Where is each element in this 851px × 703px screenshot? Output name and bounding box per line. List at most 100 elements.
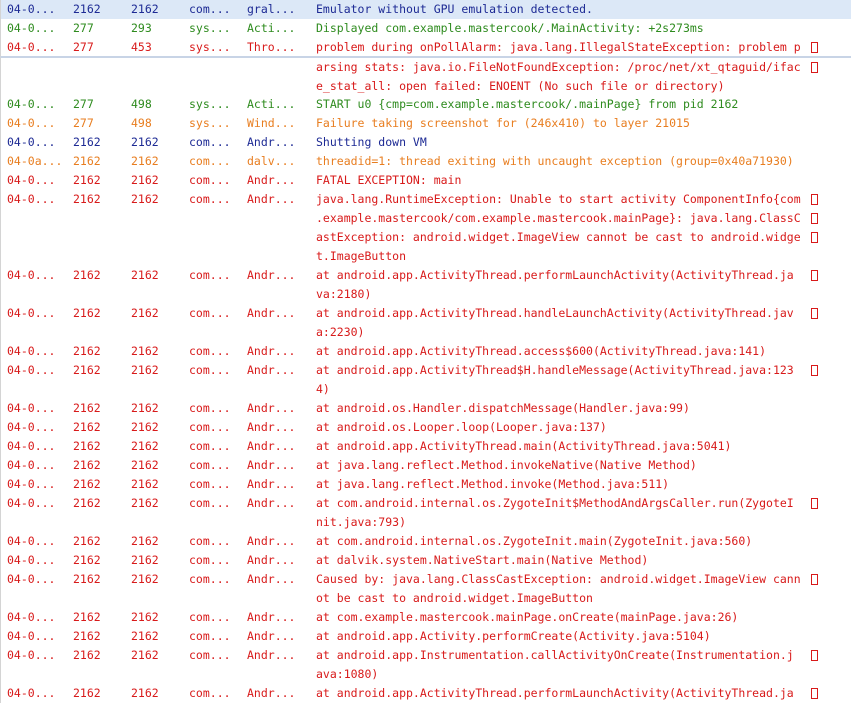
log-row[interactable]: 04-0... 2162 2162 com... Andr... Shutting dow… [0,133,851,152]
log-tid: 2162 [131,572,159,586]
log-message-line: java.lang.RuntimeException: Unable to st… [316,192,801,206]
line-wrap-marker-icon [811,650,818,661]
logcat-table[interactable]: 04-0... 2162 2162 com... gral... Emulator wit… [0,0,851,703]
log-tid: 2162 [131,344,159,358]
log-tid: 498 [131,116,152,130]
log-tag: Andr... [247,629,296,643]
log-message-line: at android.os.Looper.loop(Looper.java:13… [316,420,607,434]
log-message-line: ot be cast to android.widget.ImageButton [316,591,593,605]
log-row[interactable]: 04-0... 2162 2162 com... Andr... at android.a… [0,646,851,684]
log-row[interactable]: 04-0... 2162 2162 com... Andr... at android.a… [0,342,851,361]
log-row[interactable]: 04-0... 2162 2162 com... Andr... at android.a… [0,304,851,342]
log-row[interactable]: 04-0... 2162 2162 com... Andr... at com.examp… [0,608,851,627]
log-application: com... [189,363,231,377]
log-row[interactable]: 04-0... 2162 2162 com... Andr... java.lang.Ru… [0,190,851,266]
log-row[interactable]: 04-0... 2162 2162 com... Andr... FATAL EXCEPT… [0,171,851,190]
log-application: com... [189,686,231,700]
log-row[interactable]: 04-0... 2162 2162 com... Andr... at android.o… [0,399,851,418]
log-message-line: at com.android.internal.os.ZygoteInit$Me… [316,496,794,510]
log-message-line: Caused by: java.lang.ClassCastException:… [316,572,801,586]
log-tid: 2162 [131,458,159,472]
log-pid: 277 [73,116,94,130]
log-tag: Andr... [247,363,296,377]
log-pid: 2162 [73,686,101,700]
log-row[interactable]: 04-0... 2162 2162 com... Andr... at dalvik.sy… [0,551,851,570]
log-row[interactable]: 04-0... 2162 2162 com... gral... Emulator wit… [0,0,851,19]
log-message-line: Shutting down VM [316,135,427,149]
log-tag: Andr... [247,458,296,472]
line-wrap-marker-icon [811,688,818,699]
log-tid: 2162 [131,553,159,567]
log-message-line: problem during onPollAlarm: java.lang.Il… [316,40,801,54]
log-tag: gral... [247,2,296,16]
log-pid: 2162 [73,534,101,548]
log-application: com... [189,496,231,510]
log-tag: Wind... [247,116,296,130]
log-message-line: at com.example.mastercook.mainPage.onCre… [316,610,739,624]
log-tid: 293 [131,21,152,35]
log-pid: 2162 [73,648,101,662]
log-application: com... [189,458,231,472]
log-row[interactable]: 04-0... 2162 2162 com... Andr... at android.a… [0,361,851,399]
log-application: com... [189,610,231,624]
log-tag: Andr... [247,439,296,453]
log-pid: 2162 [73,610,101,624]
log-row[interactable]: 04-0... 2162 2162 com... Andr... at android.a… [0,684,851,703]
log-row[interactable]: 04-0... 277 498 sys... Wind... Failure taking… [0,114,851,133]
log-row[interactable]: 04-0... 277 293 sys... Acti... Displayed com.… [0,19,851,38]
log-tag: Andr... [247,306,296,320]
log-pid: 2162 [73,458,101,472]
log-message-line: at java.lang.reflect.Method.invoke(Metho… [316,477,670,491]
log-row[interactable]: 04-0... 2162 2162 com... Andr... at android.a… [0,627,851,646]
log-message-line: at android.app.ActivityThread$H.handleMe… [316,363,794,377]
log-row[interactable]: 04-0... 2162 2162 com... Andr... at com.andro… [0,494,851,532]
log-pid: 2162 [73,268,101,282]
log-application: com... [189,572,231,586]
log-application: com... [189,553,231,567]
log-tag: Andr... [247,686,296,700]
log-tag: Andr... [247,534,296,548]
log-date: 04-0... [7,553,56,567]
log-message-line: at com.android.internal.os.ZygoteInit.ma… [316,534,753,548]
log-tag: Andr... [247,135,296,149]
log-tag: Andr... [247,192,296,206]
log-tag: Acti... [247,21,296,35]
log-message-line: START u0 {cmp=com.example.mastercook/.ma… [316,97,739,111]
log-tid: 2162 [131,173,159,187]
log-row[interactable]: arsing stats: java.io.FileNotFoundExcept… [0,57,851,95]
log-pid: 277 [73,97,94,111]
log-date: 04-0... [7,363,56,377]
line-wrap-marker-icon [811,498,818,509]
log-row[interactable]: 04-0... 2162 2162 com... Andr... at java.lang… [0,475,851,494]
log-row[interactable]: 04-0... 277 498 sys... Acti... START u0 {cmp=… [0,95,851,114]
log-tid: 2162 [131,135,159,149]
log-date: 04-0... [7,192,56,206]
log-message-line: 4) [316,382,330,396]
log-tag: Andr... [247,610,296,624]
log-pid: 2162 [73,192,101,206]
log-tag: Andr... [247,344,296,358]
log-row[interactable]: 04-0... 2162 2162 com... Andr... at android.a… [0,437,851,456]
log-tid: 2162 [131,268,159,282]
log-row[interactable]: 04-0... 2162 2162 com... Andr... Caused by: j… [0,570,851,608]
log-row[interactable]: 04-0... 2162 2162 com... Andr... at android.a… [0,266,851,304]
line-wrap-marker-icon [811,308,818,319]
log-row[interactable]: 04-0a... 2162 2162 com... dalv... threadid=1:… [0,152,851,171]
log-row[interactable]: 04-0... 2162 2162 com... Andr... at com.andro… [0,532,851,551]
log-message-line: at android.os.Handler.dispatchMessage(Ha… [316,401,690,415]
log-tag: Andr... [247,173,296,187]
log-date: 04-0... [7,477,56,491]
log-pid: 277 [73,40,94,54]
log-application: com... [189,439,231,453]
log-message-line: at android.app.ActivityThread.access$600… [316,344,767,358]
log-pid: 2162 [73,572,101,586]
log-message-line: FATAL EXCEPTION: main [316,173,462,187]
log-date: 04-0... [7,2,56,16]
log-message-line: a:2230) [316,325,365,339]
log-row[interactable]: 04-0... 277 453 sys... Thro... problem during… [0,38,851,57]
log-date: 04-0... [7,458,56,472]
log-application: sys... [189,21,231,35]
log-message-line: at java.lang.reflect.Method.invokeNative… [316,458,697,472]
log-row[interactable]: 04-0... 2162 2162 com... Andr... at java.lang… [0,456,851,475]
log-row[interactable]: 04-0... 2162 2162 com... Andr... at android.o… [0,418,851,437]
